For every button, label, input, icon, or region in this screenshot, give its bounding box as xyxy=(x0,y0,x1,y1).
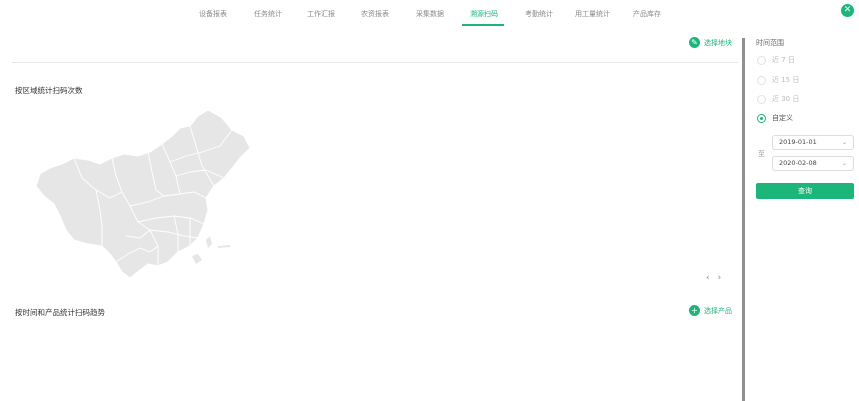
radio-dot xyxy=(757,113,766,123)
query-button[interactable]: 查询 xyxy=(756,183,854,199)
radio-label: 近 30 日 xyxy=(772,95,800,103)
pager-prev-button[interactable]: ‹ xyxy=(706,273,710,283)
tab-labor-stats[interactable]: 用工量统计 xyxy=(575,9,610,19)
date-range-separator: 至 xyxy=(758,150,765,158)
tab-agri-material-report[interactable]: 农资报表 xyxy=(361,9,389,19)
panel-splitter[interactable] xyxy=(742,38,745,401)
radio-custom[interactable]: 自定义 xyxy=(757,113,793,123)
china-map-icon xyxy=(35,109,251,279)
close-icon[interactable]: ✕ xyxy=(841,4,854,17)
radio-dot xyxy=(757,75,766,85)
pager-next-button[interactable]: › xyxy=(718,273,722,283)
tab-product-inventory[interactable]: 产品库存 xyxy=(633,9,661,19)
header-divider xyxy=(12,62,738,63)
select-region-button[interactable]: ✎ 选择地块 xyxy=(689,37,732,48)
radio-last-7-days[interactable]: 近 7 日 xyxy=(757,55,795,65)
time-range-title: 时间范围 xyxy=(756,39,784,47)
tab-task-stats[interactable]: 任务统计 xyxy=(254,9,282,19)
time-filter-panel: 时间范围 近 7 日 近 15 日 近 30 日 自定义 2019-01-01 … xyxy=(748,28,859,401)
trend-section-title: 按时间和产品统计扫码趋势 xyxy=(15,308,105,317)
tab-device-report[interactable]: 设备报表 xyxy=(199,9,227,19)
tab-work-report[interactable]: 工作汇报 xyxy=(307,9,335,19)
chevron-down-icon: ⌄ xyxy=(841,139,847,146)
report-tab-bar: 设备报表 任务统计 工作汇报 农资报表 采集数据 溯源扫码 考勤统计 用工量统计… xyxy=(0,0,859,28)
radio-last-15-days[interactable]: 近 15 日 xyxy=(757,75,799,85)
start-date-picker[interactable]: 2019-01-01 ⌄ xyxy=(772,135,854,150)
chevron-down-icon: ⌄ xyxy=(841,160,847,167)
radio-dot xyxy=(757,94,766,104)
select-product-label: 选择产品 xyxy=(704,306,732,315)
radio-label: 自定义 xyxy=(772,114,793,122)
radio-label: 近 7 日 xyxy=(772,56,795,64)
tab-traceability-scan[interactable]: 溯源扫码 xyxy=(470,9,498,19)
radio-last-30-days[interactable]: 近 30 日 xyxy=(757,94,799,104)
edit-icon: ✎ xyxy=(689,37,700,48)
map-pager: ‹ › xyxy=(706,273,721,283)
radio-label: 近 15 日 xyxy=(772,76,800,84)
select-region-label: 选择地块 xyxy=(704,38,732,47)
tab-collected-data[interactable]: 采集数据 xyxy=(416,9,444,19)
radio-dot xyxy=(757,55,766,65)
end-date-value: 2020-02-08 xyxy=(779,159,817,167)
region-section-title: 按区域统计扫码次数 xyxy=(15,86,83,95)
end-date-picker[interactable]: 2020-02-08 ⌄ xyxy=(772,156,854,171)
tab-attendance-stats[interactable]: 考勤统计 xyxy=(525,9,553,19)
main-content: ✎ 选择地块 按区域统计扫码次数 ‹ › 按时间和产品统计扫码趋势 + 选择产品 xyxy=(0,28,742,401)
active-tab-indicator xyxy=(462,24,504,26)
start-date-value: 2019-01-01 xyxy=(779,138,817,146)
select-product-button[interactable]: + 选择产品 xyxy=(689,305,732,316)
plus-icon: + xyxy=(689,305,700,316)
